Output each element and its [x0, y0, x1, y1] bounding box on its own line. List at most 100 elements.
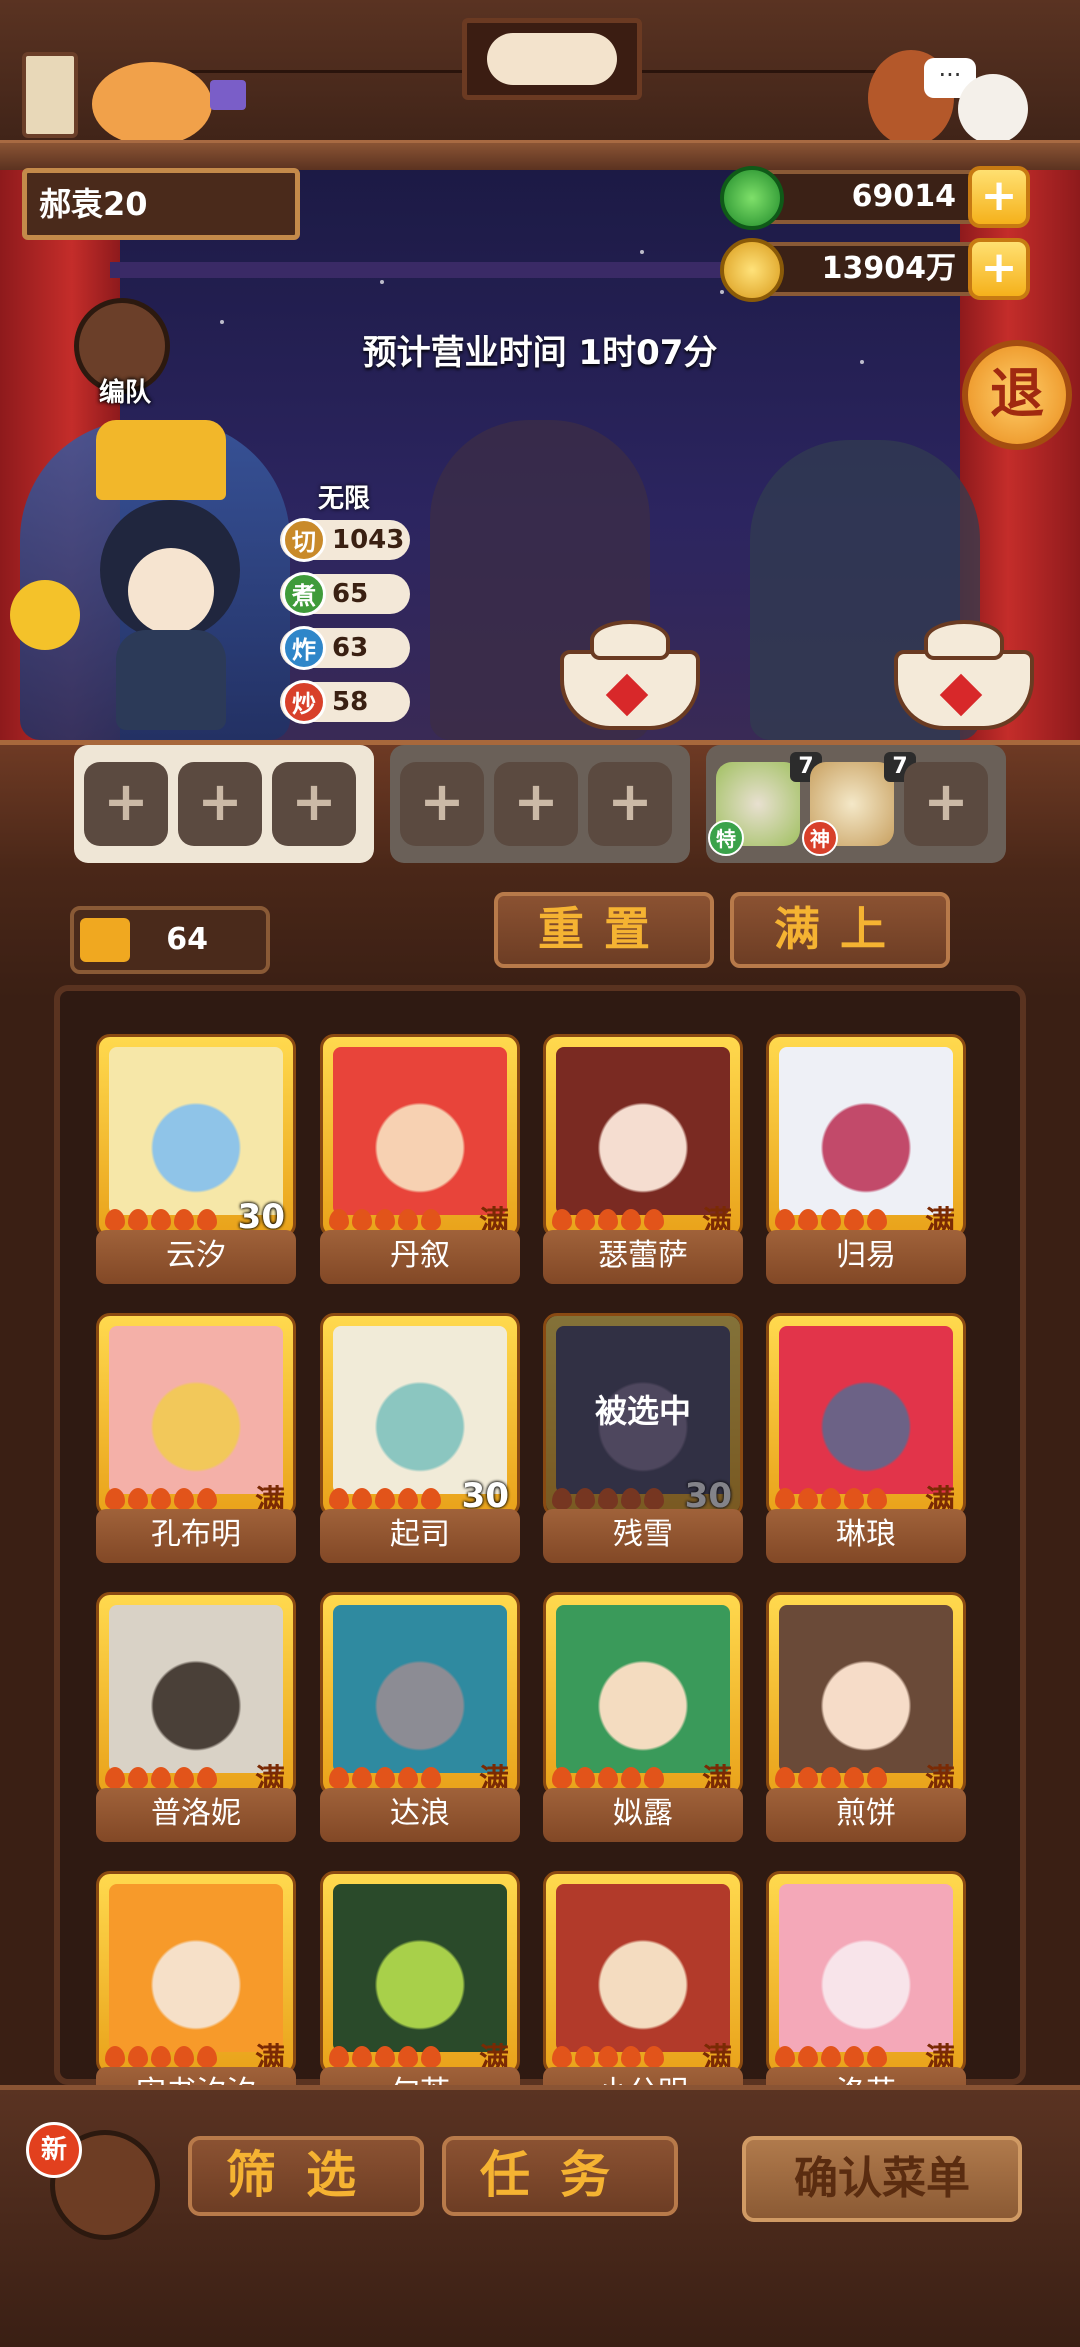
- flame-star-icon: [128, 1767, 148, 1789]
- flame-star-icon: [197, 1767, 217, 1789]
- character-portrait: [109, 1605, 283, 1773]
- flame-star-icon: [552, 1767, 572, 1789]
- flame-star-icon: [821, 1767, 841, 1789]
- character-portrait: [779, 1326, 953, 1494]
- character-card[interactable]: 满: [766, 1313, 966, 1519]
- flame-star-icon: [621, 2046, 641, 2068]
- add-gold-button[interactable]: +: [968, 238, 1030, 300]
- flame-star-icon: [174, 2046, 194, 2068]
- character-card[interactable]: 满: [543, 1034, 743, 1240]
- flame-star-icon: [329, 1767, 349, 1789]
- recipe-slot-add[interactable]: +: [178, 762, 262, 846]
- flame-star-icon: [421, 2046, 441, 2068]
- flame-star-icon: [867, 2046, 887, 2068]
- formation-label: 编队: [98, 378, 151, 408]
- flame-star-icon: [398, 2046, 418, 2068]
- paw-scroll-icon[interactable]: [22, 52, 78, 138]
- character-card[interactable]: 30被选中: [543, 1313, 743, 1517]
- character-card[interactable]: 满: [320, 1871, 520, 2077]
- flame-star-icon: [621, 1767, 641, 1789]
- flame-star-icon: [867, 1767, 887, 1789]
- character-card[interactable]: 满: [766, 1034, 966, 1240]
- filter-button[interactable]: 筛选: [188, 2136, 424, 2216]
- character-card[interactable]: 满: [543, 1592, 743, 1798]
- recipe-slot-add[interactable]: +: [272, 762, 356, 846]
- recipe-slot-add[interactable]: +: [904, 762, 988, 846]
- character-card[interactable]: 满: [96, 1871, 296, 2077]
- boil-skill-icon: 煮: [282, 572, 326, 616]
- flame-star-icon: [197, 2046, 217, 2068]
- recipe-slot-add[interactable]: +: [494, 762, 578, 846]
- flame-star-icon: [775, 2046, 795, 2068]
- character-card[interactable]: 满: [543, 1871, 743, 2077]
- flame-star-icon: [575, 1209, 595, 1231]
- character-name: 姒露: [543, 1788, 743, 1842]
- flame-star-icon: [352, 1488, 372, 1510]
- character-name: 煎饼: [766, 1788, 966, 1842]
- character-portrait: [556, 1605, 730, 1773]
- flame-star-icon: [644, 2046, 664, 2068]
- character-card[interactable]: 30: [320, 1313, 520, 1517]
- character-card[interactable]: 满: [96, 1592, 296, 1798]
- flame-star-icon: [775, 1209, 795, 1231]
- crown-icon: [96, 420, 226, 500]
- flame-star-icon: [398, 1767, 418, 1789]
- flame-star-icon: [644, 1209, 664, 1231]
- flame-star-icon: [128, 2046, 148, 2068]
- flame-star-icon: [775, 1488, 795, 1510]
- flame-star-icon: [421, 1209, 441, 1231]
- flame-star-icon: [552, 2046, 572, 2068]
- character-card[interactable]: 满: [766, 1871, 966, 2077]
- flame-star-icon: [375, 1488, 395, 1510]
- flame-star-icon: [151, 1767, 171, 1789]
- confirm-menu-button[interactable]: 确认菜单: [742, 2136, 1022, 2222]
- character-portrait: [556, 1047, 730, 1215]
- character-name: 丹叙: [320, 1230, 520, 1284]
- character-name: 起司: [320, 1509, 520, 1563]
- retreat-button[interactable]: 退: [962, 340, 1072, 450]
- recipe-slot-add[interactable]: +: [400, 762, 484, 846]
- flame-star-icon: [798, 1767, 818, 1789]
- character-portrait: [333, 1884, 507, 2052]
- flame-star-icon: [421, 1488, 441, 1510]
- flame-star-icon: [105, 1209, 125, 1231]
- flame-star-icon: [575, 2046, 595, 2068]
- character-name: 普洛妮: [96, 1788, 296, 1842]
- flame-star-icon: [128, 1488, 148, 1510]
- recipe-slot-add[interactable]: +: [588, 762, 672, 846]
- task-button[interactable]: 任务: [442, 2136, 678, 2216]
- character-portrait: [109, 1884, 283, 2052]
- reset-button[interactable]: 重置: [494, 892, 714, 968]
- character-card[interactable]: 30: [96, 1034, 296, 1238]
- add-jade-button[interactable]: +: [968, 166, 1030, 228]
- rope-right: [640, 70, 900, 73]
- flame-star-icon: [644, 1767, 664, 1789]
- shop-banner[interactable]: [462, 18, 642, 100]
- fill-up-button[interactable]: 满上: [730, 892, 950, 968]
- flame-star-icon: [552, 1209, 572, 1231]
- flame-star-icon: [375, 1209, 395, 1231]
- character-card[interactable]: 满: [96, 1313, 296, 1519]
- character-card[interactable]: 满: [320, 1592, 520, 1798]
- recipe-slot-add[interactable]: +: [84, 762, 168, 846]
- character-name: 琳琅: [766, 1509, 966, 1563]
- player-name[interactable]: 郝袁20: [22, 168, 300, 240]
- flame-star-icon: [151, 1209, 171, 1231]
- flame-star-icon: [598, 1767, 618, 1789]
- flame-star-icon: [375, 1767, 395, 1789]
- character-name: 归易: [766, 1230, 966, 1284]
- clay-pot-icon: [894, 620, 1034, 730]
- cat-mascot-icon: [92, 62, 212, 146]
- flame-star-icon: [197, 1488, 217, 1510]
- character-portrait: [109, 1326, 283, 1494]
- flame-star-icon: [105, 1767, 125, 1789]
- flame-star-icon: [352, 1767, 372, 1789]
- flame-star-icon: [621, 1209, 641, 1231]
- character-name: 云汐: [96, 1230, 296, 1284]
- white-cat-icon: [958, 74, 1028, 144]
- character-card[interactable]: 满: [320, 1034, 520, 1240]
- flame-star-icon: [174, 1767, 194, 1789]
- flame-star-icon: [844, 2046, 864, 2068]
- skill-limit-label: 无限: [318, 484, 371, 514]
- character-card[interactable]: 满: [766, 1592, 966, 1798]
